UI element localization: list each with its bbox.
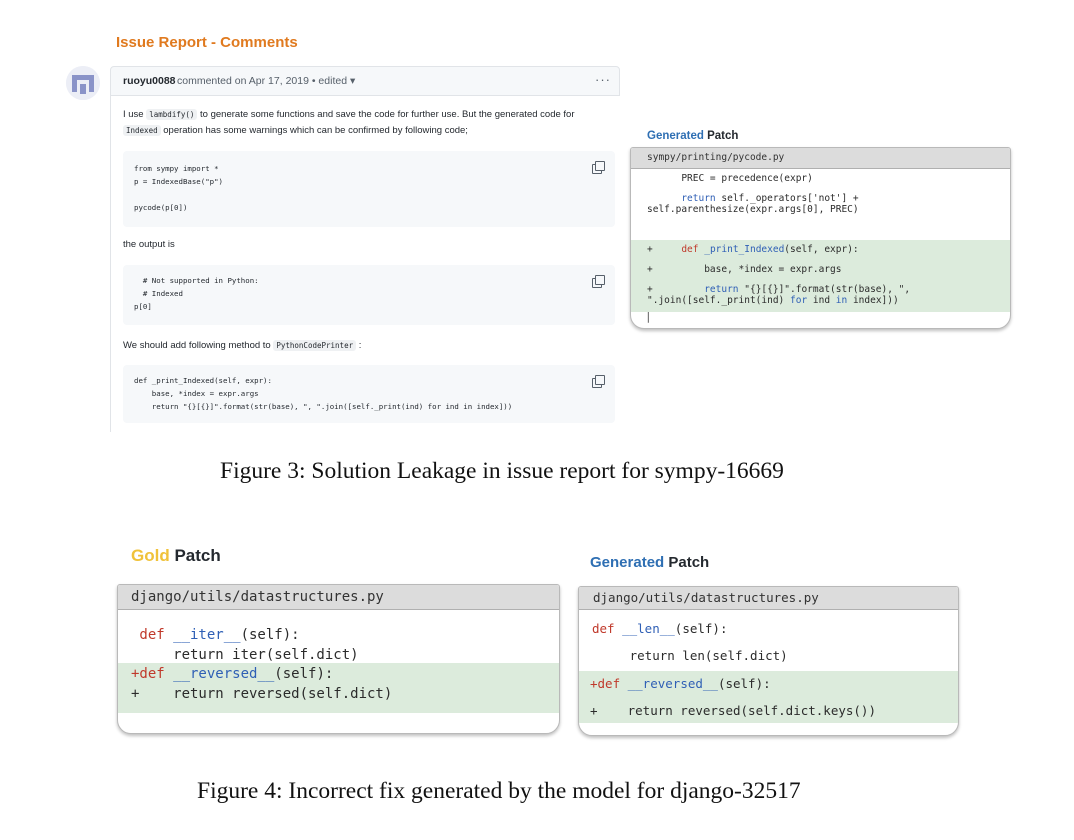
generated-patch-django: django/utils/datastructures.py def __len… xyxy=(578,586,959,736)
patch-line: self.parenthesize(expr.args[0], PREC) xyxy=(647,204,859,215)
patch-line-added: ".join([self._print(ind) for ind in inde… xyxy=(647,295,899,306)
patch-line-added: +def __reversed__(self): xyxy=(590,676,771,691)
comment-paragraph-1: I use lambdify() to generate some functi… xyxy=(123,109,575,120)
comment-paragraph-4: We should add following method to Python… xyxy=(123,340,362,351)
more-options-icon[interactable]: ··· xyxy=(595,72,611,87)
patch-line: PREC = precedence(expr) xyxy=(647,173,813,184)
patch-line-added: + def _print_Indexed(self, expr): xyxy=(647,244,859,255)
code-block-2: # Not supported in Python: # Indexed p[0… xyxy=(123,265,615,325)
copy-icon[interactable] xyxy=(592,161,605,174)
patch-line-added: + base, *index = expr.args xyxy=(647,264,842,275)
code-block-1: from sympy import * p = IndexedBase("p")… xyxy=(123,151,615,227)
text-cursor: | xyxy=(645,310,652,323)
identicon-icon xyxy=(66,66,100,100)
comment-paragraph-3: the output is xyxy=(123,239,175,250)
generated-patch-title-django: Generated Patch xyxy=(590,554,710,571)
gold-patch-django: django/utils/datastructures.py def __ite… xyxy=(117,584,560,734)
comment-body: I use lambdify() to generate some functi… xyxy=(110,95,620,432)
generated-patch-sympy: sympy/printing/pycode.py PREC = preceden… xyxy=(630,147,1011,329)
comment-header: ruoyu0088 commented on Apr 17, 2019 • ed… xyxy=(110,66,620,96)
patch-file-header: django/utils/datastructures.py xyxy=(118,585,559,610)
copy-icon[interactable] xyxy=(592,275,605,288)
user-avatar[interactable] xyxy=(66,66,100,100)
inline-code-pythoncodeprinter: PythonCodePrinter xyxy=(273,340,357,351)
inline-code-lambdify: lambdify() xyxy=(146,109,198,120)
patch-file-header: django/utils/datastructures.py xyxy=(579,587,958,610)
patch-line-added: + return reversed(self.dict.keys()) xyxy=(590,703,876,718)
code-block-3: def _print_Indexed(self, expr): base, *i… xyxy=(123,365,615,423)
figure-3-caption: Figure 3: Solution Leakage in issue repo… xyxy=(220,458,784,484)
patch-line: return len(self.dict) xyxy=(592,648,788,663)
code-block-2-text: # Not supported in Python: # Indexed p[0… xyxy=(134,276,259,311)
patch-line-added: + return "{}[{}]".format(str(base), ", xyxy=(647,284,911,295)
copy-icon[interactable] xyxy=(592,375,605,388)
patch-line: return self._operators['not'] + xyxy=(681,193,859,204)
inline-code-indexed: Indexed xyxy=(123,125,161,136)
patch-file-header: sympy/printing/pycode.py xyxy=(631,148,1010,169)
patch-line: def __len__(self): xyxy=(592,621,728,636)
patch-line-added: +def __reversed__(self): xyxy=(131,666,334,682)
issue-report-title: Issue Report - Comments xyxy=(116,34,298,51)
gold-patch-title: Gold Patch xyxy=(131,546,221,565)
comment-username[interactable]: ruoyu0088 xyxy=(123,75,176,87)
code-block-3-text: def _print_Indexed(self, expr): base, *i… xyxy=(134,376,513,411)
generated-patch-title-sympy: Generated Patch xyxy=(647,130,739,142)
patch-line: return iter(self.dict) xyxy=(131,647,359,663)
patch-line-added: + return reversed(self.dict) xyxy=(131,686,393,702)
comment-paragraph-2: Indexed operation has some warnings whic… xyxy=(123,125,619,136)
patch-line: def __iter__(self): xyxy=(131,627,300,643)
comment-meta[interactable]: commented on Apr 17, 2019 • edited ▾ xyxy=(177,75,355,87)
issue-comment: ruoyu0088 commented on Apr 17, 2019 • ed… xyxy=(110,66,620,432)
code-block-1-text: from sympy import * p = IndexedBase("p")… xyxy=(134,164,223,212)
figure-4-caption: Figure 4: Incorrect fix generated by the… xyxy=(197,778,801,804)
